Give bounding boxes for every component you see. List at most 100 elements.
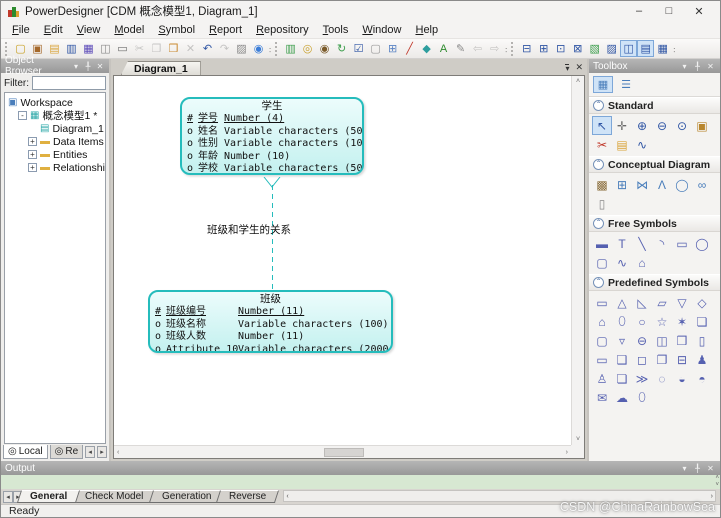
arc-tool-icon[interactable]: ◝: [652, 234, 672, 253]
paste-icon[interactable]: ❒: [165, 40, 182, 57]
envelope-tool-icon[interactable]: ✉: [592, 388, 612, 407]
grid-view-button[interactable]: ▦: [593, 76, 613, 93]
jug-tool-icon[interactable]: ◓: [692, 369, 712, 388]
star-6-tool-icon[interactable]: ✶: [672, 312, 692, 331]
menu-repository[interactable]: Repository: [249, 23, 316, 37]
save-all-icon[interactable]: ▦: [80, 40, 97, 57]
section-predefined-symbols[interactable]: ˆPredefined Symbols: [589, 274, 720, 291]
menu-symbol[interactable]: Symbol: [151, 23, 202, 37]
relationship-tool-icon[interactable]: ⋈: [632, 175, 652, 194]
open-package-tool-icon[interactable]: ▣: [692, 116, 712, 135]
cube-tool-icon[interactable]: ◻: [632, 350, 652, 369]
split-rectangle-tool-icon[interactable]: ◫: [652, 331, 672, 350]
create-symbol-icon[interactable]: ▢: [367, 40, 384, 57]
star-tool-icon[interactable]: ☆: [652, 312, 672, 331]
scroll-up-icon[interactable]: ˄: [576, 78, 580, 85]
output-tab-general[interactable]: General: [17, 490, 80, 503]
collapse-icon[interactable]: ˆ: [593, 159, 604, 170]
close-panel-icon[interactable]: ✕: [705, 62, 716, 71]
browse-repository-icon[interactable]: ◉: [316, 40, 333, 57]
grid-icon[interactable]: ⊞: [384, 40, 401, 57]
circle-tool-icon[interactable]: ○: [632, 312, 652, 331]
fill-style-icon[interactable]: ◆: [418, 40, 435, 57]
tree-item-entities[interactable]: +▬Entities: [5, 148, 105, 161]
menu-file[interactable]: File: [5, 23, 37, 37]
file-tool-icon[interactable]: ▯: [592, 194, 612, 213]
expander-icon[interactable]: -: [18, 111, 27, 120]
panel-menu-icon[interactable]: ▾: [71, 62, 81, 71]
open-diagram-tool-icon[interactable]: ▤: [612, 135, 632, 154]
scroll-up-icon[interactable]: ˄: [715, 475, 719, 482]
rounded-rectangle-tool-icon[interactable]: ▢: [592, 253, 612, 272]
collapse-icon[interactable]: ˆ: [593, 100, 604, 111]
toolbar-overflow-icon[interactable]: ∶: [505, 46, 507, 55]
new-document-icon[interactable]: ⊡: [552, 40, 569, 57]
expander-icon[interactable]: +: [28, 137, 37, 146]
copy-icon[interactable]: ❐: [148, 40, 165, 57]
scroll-left-icon[interactable]: ‹: [286, 493, 288, 500]
menu-view[interactable]: View: [70, 23, 108, 37]
person-circle-tool-icon[interactable]: ◒: [672, 369, 692, 388]
scroll-down-icon[interactable]: ˅: [715, 482, 719, 489]
output-tab-reverse[interactable]: Reverse: [216, 490, 279, 503]
zoom-in-tool-icon[interactable]: ⊕: [632, 116, 652, 135]
link-tool-icon[interactable]: ∿: [632, 135, 652, 154]
section-free-symbols[interactable]: ˆFree Symbols: [589, 215, 720, 232]
trapezoid-tool-icon[interactable]: ▽: [672, 293, 692, 312]
properties-icon[interactable]: ▨: [233, 40, 250, 57]
output-tab-left-icon[interactable]: ◂: [3, 491, 13, 503]
shield-tool-icon[interactable]: ▿: [612, 331, 632, 350]
menu-edit[interactable]: Edit: [37, 23, 70, 37]
result-list-icon[interactable]: ▦: [654, 40, 671, 57]
diamond-tool-icon[interactable]: ◇: [692, 293, 712, 312]
filter-input[interactable]: [32, 76, 106, 90]
note-icon[interactable]: ✎: [452, 40, 469, 57]
panel-menu-icon[interactable]: ▾: [679, 62, 690, 71]
pin-icon[interactable]: ╀: [83, 62, 93, 71]
pin-icon[interactable]: ╀: [692, 62, 703, 71]
association-link-tool-icon[interactable]: ∞: [692, 175, 712, 194]
pentagon-tool-icon[interactable]: ⌂: [592, 312, 612, 331]
package-tool-icon[interactable]: ▩: [592, 175, 612, 194]
documents-icon[interactable]: ⊠: [569, 40, 586, 57]
chevron-tool-icon[interactable]: ≫: [632, 369, 652, 388]
list-view-button[interactable]: ☰: [616, 76, 636, 93]
relationship-line[interactable]: [272, 185, 273, 290]
object-browser-toggle-icon[interactable]: ◫: [620, 40, 637, 57]
inheritance-tool-icon[interactable]: Λ: [652, 175, 672, 194]
browser-tab-local[interactable]: ◎Local: [3, 445, 48, 459]
minimize-button[interactable]: –: [624, 2, 654, 20]
ring-tool-icon[interactable]: ◌: [652, 369, 672, 388]
collapse-icon[interactable]: ˆ: [593, 218, 604, 229]
undo-icon[interactable]: ↶: [199, 40, 216, 57]
page-tool-icon[interactable]: ▯: [692, 331, 712, 350]
print-icon[interactable]: ▭: [114, 40, 131, 57]
cloud-tool-icon[interactable]: ☁: [612, 388, 632, 407]
output-log[interactable]: ˄˅: [1, 475, 720, 489]
vertical-scrollbar[interactable]: ˄˅: [571, 76, 584, 445]
diagram-window-icon[interactable]: ⊞: [535, 40, 552, 57]
toolbar-overflow-icon[interactable]: ∶: [269, 46, 271, 55]
window-list-icon[interactable]: ▾: [565, 64, 569, 72]
stacked-rectangles-tool-icon[interactable]: ❏: [612, 369, 632, 388]
parallelogram-tool-icon[interactable]: ▱: [652, 293, 672, 312]
repository-window-icon[interactable]: ▨: [603, 40, 620, 57]
association-tool-icon[interactable]: ◯: [672, 175, 692, 194]
stacked-pages-tool-icon[interactable]: ❑: [612, 350, 632, 369]
close-panel-icon[interactable]: ✕: [705, 464, 716, 473]
cut-icon[interactable]: ✂: [131, 40, 148, 57]
callout-tool-icon[interactable]: ▭: [592, 350, 612, 369]
close-panel-icon[interactable]: ✕: [95, 62, 105, 71]
cylinder-tool-icon[interactable]: ⊟: [672, 350, 692, 369]
pin-icon[interactable]: ╀: [692, 464, 703, 473]
find-objects-icon[interactable]: ◎: [299, 40, 316, 57]
right-triangle-tool-icon[interactable]: ◺: [632, 293, 652, 312]
flat-ellipse-tool-icon[interactable]: ⬯: [612, 312, 632, 331]
panel-menu-icon[interactable]: ▾: [679, 464, 690, 473]
grabber-tool-icon[interactable]: ✛: [612, 116, 632, 135]
delete-icon[interactable]: ✕: [182, 40, 199, 57]
refresh-model-icon[interactable]: ↻: [333, 40, 350, 57]
toolbar-overflow-icon[interactable]: ∶: [673, 46, 675, 55]
redo-icon[interactable]: ↷: [216, 40, 233, 57]
folder-tool-icon[interactable]: ❒: [672, 331, 692, 350]
